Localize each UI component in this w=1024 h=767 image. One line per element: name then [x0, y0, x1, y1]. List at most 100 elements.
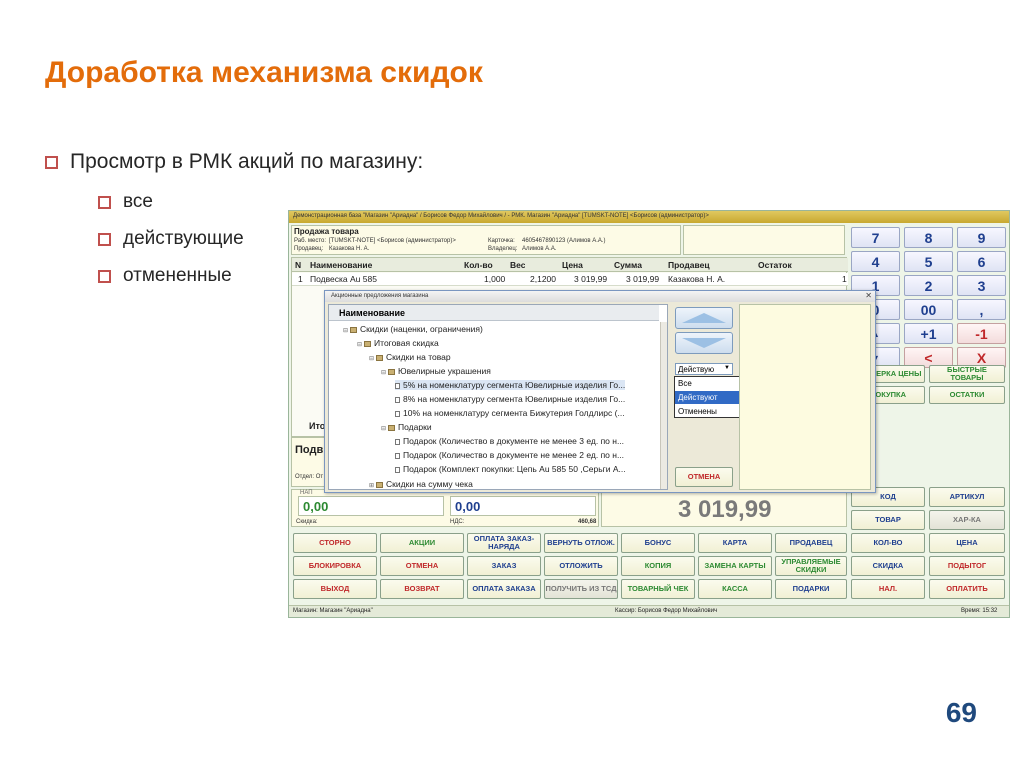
- dialog-cancel-button[interactable]: ОТМЕНА: [675, 467, 733, 487]
- status-filter-select[interactable]: Действую ▼: [675, 363, 733, 375]
- row-price: 3 019,99: [574, 274, 608, 284]
- tree-node[interactable]: 8% на номенклатуру сегмента Ювелирные из…: [395, 394, 625, 404]
- return-button[interactable]: ВОЗВРАТ: [380, 579, 464, 599]
- page-number: 69: [945, 697, 977, 728]
- tree-node[interactable]: ⊟ Скидки на товар: [369, 352, 451, 362]
- slide-title: Доработка механизма скидок: [45, 56, 483, 89]
- lock-button[interactable]: БЛОКИРОВКА: [293, 556, 377, 576]
- row-sum: 3 019,99: [626, 274, 660, 284]
- key-plus-one[interactable]: +1: [904, 323, 953, 344]
- status-shop: Магазин: Магазин "Ариадна": [293, 608, 373, 614]
- card-button[interactable]: КАРТА: [698, 533, 772, 553]
- expand-icon: ⊟: [381, 370, 387, 376]
- bonus-button[interactable]: БОНУС: [621, 533, 695, 553]
- document-icon: [395, 438, 400, 445]
- sales-receipt-button[interactable]: ТОВАРНЫЙ ЧЕК: [621, 579, 695, 599]
- expand-icon: ⊟: [343, 328, 349, 334]
- quick-goods-button[interactable]: БЫСТРЫЕ ТОВАРЫ: [929, 365, 1005, 383]
- get-from-tsd-button[interactable]: ПОЛУЧИТЬ ИЗ ТСД: [544, 579, 618, 599]
- tree-node[interactable]: ⊟ Подарки: [381, 422, 432, 432]
- tree-node[interactable]: ⊟ Скидки (наценки, ограничения): [343, 324, 483, 334]
- column-header: Продавец: [668, 260, 710, 270]
- discount-button[interactable]: СКИДКА: [851, 556, 925, 576]
- storno-button[interactable]: СТОРНО: [293, 533, 377, 553]
- cash-field[interactable]: 0,00: [298, 496, 444, 516]
- column-header: Наименование: [310, 260, 373, 270]
- tree-node[interactable]: Подарок (Комплект покупки: Цепь Au 585 5…: [395, 464, 626, 474]
- quantity-button[interactable]: КОЛ-ВО: [851, 533, 925, 553]
- tree-node[interactable]: ⊟ Итоговая скидка: [357, 338, 439, 348]
- key-comma[interactable]: ,: [957, 299, 1006, 320]
- tree-node[interactable]: ⊟ Ювелирные украшения: [381, 366, 491, 376]
- managed-discounts-button[interactable]: УПРАВЛЯЕМЫЕ СКИДКИ: [775, 556, 847, 576]
- owner-label: Владелец:: [488, 246, 518, 252]
- order-button[interactable]: ЗАКАЗ: [467, 556, 541, 576]
- key-8[interactable]: 8: [904, 227, 953, 248]
- card-field[interactable]: 0,00: [450, 496, 596, 516]
- replace-card-button[interactable]: ЗАМЕНА КАРТЫ: [698, 556, 772, 576]
- cancel-receipt-button[interactable]: ОТМЕНА: [380, 556, 464, 576]
- expand-icon: ⊟: [357, 342, 363, 348]
- tree-node[interactable]: ⊞ Скидки на сумму чека: [369, 479, 473, 489]
- characteristics-button[interactable]: ХАР-КА: [929, 510, 1005, 530]
- cash-desk-button[interactable]: КАССА: [698, 579, 772, 599]
- move-down-button[interactable]: [675, 332, 733, 354]
- expand-icon: ⊟: [381, 426, 387, 432]
- stock-button[interactable]: ОСТАТКИ: [929, 386, 1005, 404]
- card-payment-value: 0,00: [455, 499, 481, 514]
- key-7[interactable]: 7: [851, 227, 900, 248]
- key-5[interactable]: 5: [904, 251, 953, 272]
- seller-label: Продавец:: [294, 246, 324, 252]
- article-button[interactable]: АРТИКУЛ: [929, 487, 1005, 507]
- status-bar: Магазин: Магазин "Ариадна" Кассир: Борис…: [289, 605, 1009, 617]
- price-button[interactable]: ЦЕНА: [929, 533, 1005, 553]
- key-3[interactable]: 3: [957, 275, 1006, 296]
- pay-button[interactable]: ОПЛАТИТЬ: [929, 579, 1005, 599]
- promotions-button[interactable]: АКЦИИ: [380, 533, 464, 553]
- promotion-details-panel: [739, 304, 871, 490]
- cash-pay-button[interactable]: НАЛ.: [851, 579, 925, 599]
- payment-panel: НАП 0,00 0,00 Скидка: НДС: 460,68: [291, 489, 599, 527]
- pay-work-order-button[interactable]: ОПЛАТА ЗАКАЗ-НАРЯДА: [467, 533, 541, 553]
- exit-button[interactable]: ВЫХОД: [293, 579, 377, 599]
- card-value: 4605467890123 (Алимов А.А.): [522, 238, 606, 244]
- key-2[interactable]: 2: [904, 275, 953, 296]
- promotions-tree[interactable]: Наименование ⊟ Скидки (наценки, ограничен…: [328, 304, 668, 490]
- tree-node[interactable]: 10% на номенклатуру сегмента Бижутерия Г…: [395, 408, 625, 418]
- key-6[interactable]: 6: [957, 251, 1006, 272]
- table-row[interactable]: 1 Подвеска Au 585 1,000 2,1200 3 019,99 …: [292, 273, 848, 286]
- key-minus-one[interactable]: -1: [957, 323, 1006, 344]
- key-00[interactable]: 00: [904, 299, 953, 320]
- close-icon[interactable]: ✕: [865, 291, 872, 300]
- seller-button[interactable]: ПРОДАВЕЦ: [775, 533, 847, 553]
- key-4[interactable]: 4: [851, 251, 900, 272]
- pay-order-button[interactable]: ОПЛАТА ЗАКАЗА: [467, 579, 541, 599]
- goods-button[interactable]: ТОВАР: [851, 510, 925, 530]
- return-deferred-button[interactable]: ВЕРНУТЬ ОТЛОЖ.: [544, 533, 618, 553]
- key-9[interactable]: 9: [957, 227, 1006, 248]
- document-icon: [395, 410, 400, 417]
- bullet-main-text: Просмотр в РМК акций по магазину:: [70, 150, 424, 173]
- copy-button[interactable]: КОПИЯ: [621, 556, 695, 576]
- promotions-dialog: Акционные предложения магазина Наименова…: [324, 290, 876, 493]
- tree-node[interactable]: Подарок (Количество в документе не менее…: [395, 450, 624, 460]
- bullet-checkbox-icon: [98, 195, 111, 209]
- column-header: Сумма: [614, 260, 642, 270]
- subtotal-button[interactable]: ПОДЫТОГ: [929, 556, 1005, 576]
- tree-node-selected[interactable]: 5% на номенклатуру сегмента Ювелирные из…: [395, 380, 626, 390]
- sub-bullet-active: действующие: [98, 228, 244, 250]
- tree-scrollbar[interactable]: [660, 322, 667, 489]
- total-amount: 3 019,99: [678, 496, 772, 523]
- column-header: N: [295, 260, 302, 270]
- tree-node[interactable]: Подарок (Количество в документе не менее…: [395, 436, 624, 446]
- folder-icon: [364, 340, 372, 347]
- document-icon: [395, 466, 400, 473]
- defer-button[interactable]: ОТЛОЖИТЬ: [544, 556, 618, 576]
- gifts-button[interactable]: ПОДАРКИ: [775, 579, 847, 599]
- owner-value: Алимов А.А.: [522, 246, 557, 252]
- row-stock: 1: [842, 274, 847, 284]
- sale-header-panel: Продажа товара Раб. место: [TUMSKT-NOTE]…: [291, 225, 681, 255]
- sub-bullet-text: отмененные: [123, 265, 232, 286]
- folder-icon: [376, 481, 384, 488]
- move-up-button[interactable]: [675, 307, 733, 329]
